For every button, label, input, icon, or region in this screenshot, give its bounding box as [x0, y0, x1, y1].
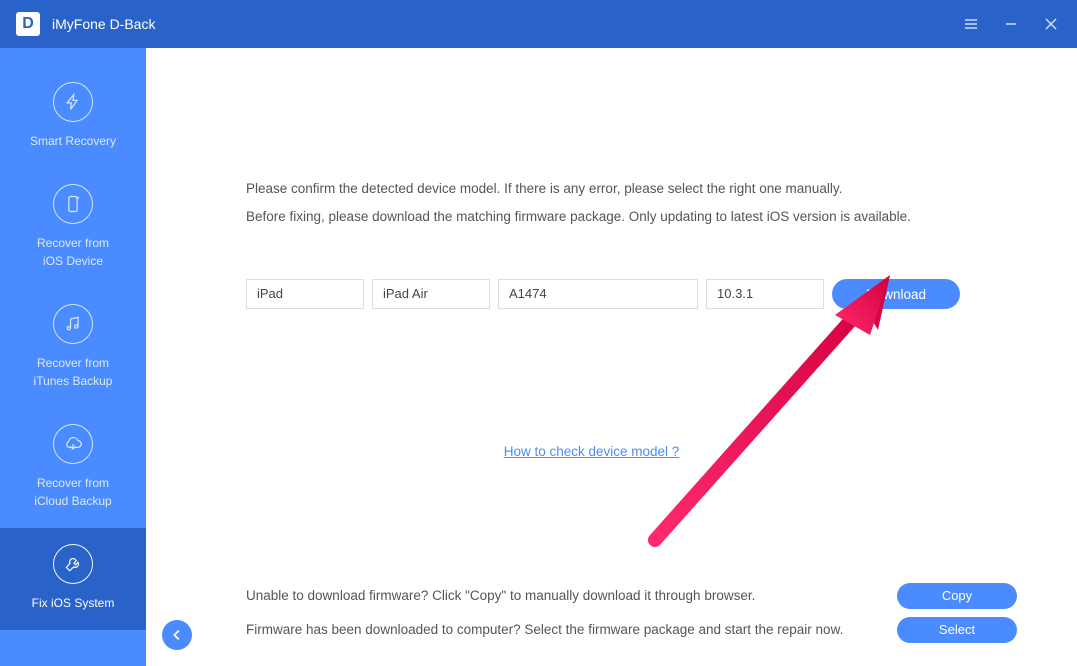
- music-note-icon: [53, 304, 93, 344]
- close-icon[interactable]: [1041, 14, 1061, 34]
- titlebar: D iMyFone D-Back: [0, 0, 1077, 48]
- firmware-downloaded-text: Firmware has been downloaded to computer…: [246, 617, 897, 643]
- cloud-icon: [53, 424, 93, 464]
- device-form-row: iPad iPad Air A1474 10.3.1 Download: [246, 279, 1017, 309]
- sidebar-item-label: Fix iOS System: [32, 594, 115, 612]
- sidebar-item-smart-recovery[interactable]: Smart Recovery: [0, 66, 146, 168]
- sidebar: Smart Recovery Recover from iOS Device R…: [0, 48, 146, 666]
- device-number-select[interactable]: A1474: [498, 279, 698, 309]
- download-button[interactable]: Download: [832, 279, 960, 309]
- app-title: iMyFone D-Back: [52, 16, 961, 32]
- device-model-select[interactable]: iPad Air: [372, 279, 490, 309]
- help-link[interactable]: How to check device model ?: [246, 439, 937, 465]
- sidebar-item-fix-ios[interactable]: Fix iOS System: [0, 528, 146, 630]
- app-logo: D: [16, 12, 40, 36]
- sidebar-item-label: Recover from iOS Device: [37, 234, 109, 270]
- main-panel: Please confirm the detected device model…: [146, 48, 1077, 666]
- sidebar-item-label: Recover from iTunes Backup: [34, 354, 113, 390]
- sidebar-item-label: Smart Recovery: [30, 132, 116, 150]
- instruction-line: Please confirm the detected device model…: [246, 176, 1017, 202]
- ios-version-select[interactable]: 10.3.1: [706, 279, 824, 309]
- select-button[interactable]: Select: [897, 617, 1017, 643]
- unable-download-text: Unable to download firmware? Click "Copy…: [246, 583, 897, 609]
- sidebar-item-label: Recover from iCloud Backup: [34, 474, 111, 510]
- instructions: Please confirm the detected device model…: [246, 176, 1017, 229]
- minimize-icon[interactable]: [1001, 14, 1021, 34]
- back-button[interactable]: [162, 620, 192, 650]
- wrench-icon: [53, 544, 93, 584]
- copy-button[interactable]: Copy: [897, 583, 1017, 609]
- phone-icon: [53, 184, 93, 224]
- device-type-select[interactable]: iPad: [246, 279, 364, 309]
- sidebar-item-recover-itunes[interactable]: Recover from iTunes Backup: [0, 288, 146, 408]
- lightning-icon: [53, 82, 93, 122]
- menu-icon[interactable]: [961, 14, 981, 34]
- sidebar-item-recover-icloud[interactable]: Recover from iCloud Backup: [0, 408, 146, 528]
- sidebar-item-recover-ios-device[interactable]: Recover from iOS Device: [0, 168, 146, 288]
- window-controls: [961, 14, 1061, 34]
- instruction-line: Before fixing, please download the match…: [246, 204, 1017, 230]
